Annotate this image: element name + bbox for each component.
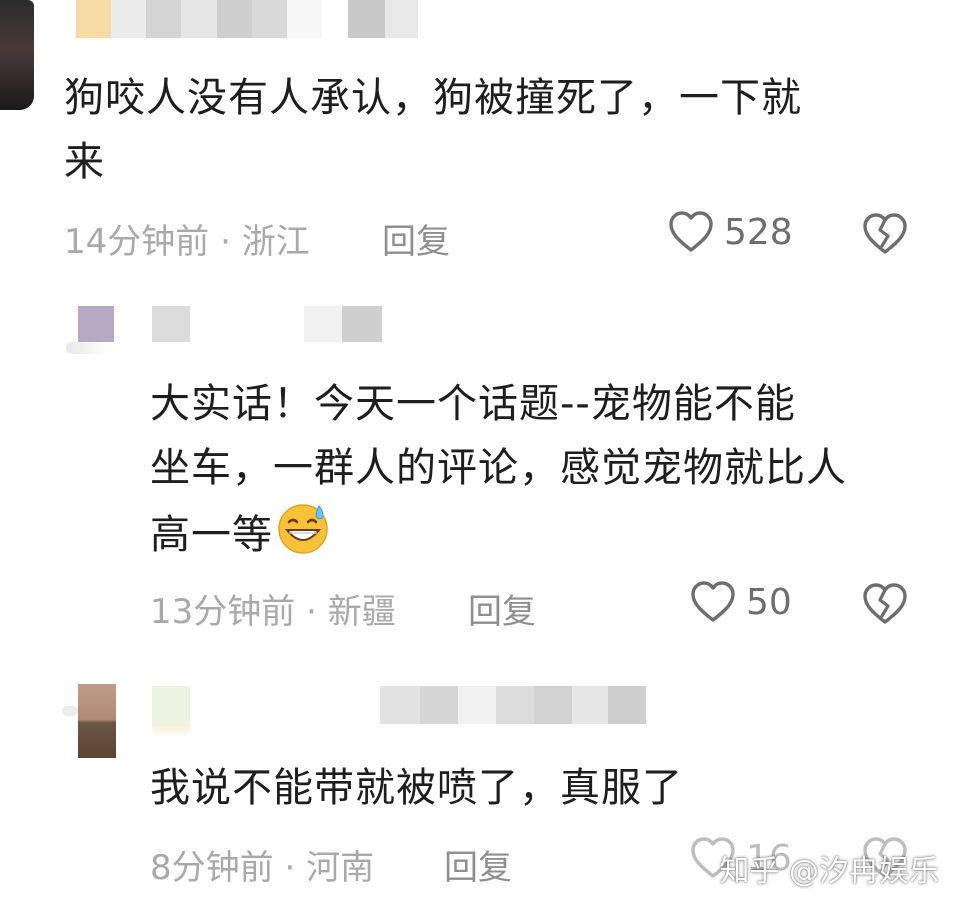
- comment-text-line: 来: [64, 139, 105, 185]
- separator: ·: [220, 222, 231, 262]
- reply-button[interactable]: 回复: [444, 840, 512, 889]
- reply-button[interactable]: 回复: [382, 214, 450, 263]
- location: 浙江: [241, 222, 310, 262]
- comment-text-line: 坐车，一群人的评论，感觉宠物就比人: [150, 445, 847, 491]
- comment-text-line: 我说不能带就被喷了，真服了: [150, 765, 683, 811]
- timestamp: 14分钟前: [64, 222, 210, 262]
- grinning-sweat-emoji: [275, 500, 331, 556]
- reply-button[interactable]: 回复: [468, 584, 536, 633]
- broken-heart-icon[interactable]: [862, 212, 908, 256]
- location: 新疆: [327, 592, 396, 632]
- username-blurred[interactable]: [76, 0, 418, 38]
- username-blurred[interactable]: [152, 306, 382, 342]
- comment-text: 大实话！今天一个话题--宠物能不能 坐车，一群人的评论，感觉宠物就比人 高一等: [150, 372, 847, 567]
- comment-meta: 14分钟前 · 浙江: [64, 214, 310, 263]
- comment-text-line: 大实话！今天一个话题--宠物能不能: [150, 381, 796, 427]
- watermark: 知乎 @汐冉娱乐: [719, 854, 939, 889]
- separator: ·: [284, 848, 296, 888]
- username-blurred[interactable]: [152, 686, 646, 724]
- comment-text: 狗咬人没有人承认，狗被撞死了，一下就 来: [64, 66, 802, 194]
- avatar[interactable]: [0, 0, 34, 110]
- comment-text-line: 高一等: [150, 500, 847, 567]
- avatar[interactable]: [78, 306, 114, 342]
- avatar[interactable]: [78, 684, 116, 758]
- like-button[interactable]: 528: [668, 210, 793, 254]
- comment-text: 我说不能带就被喷了，真服了: [150, 756, 683, 820]
- timestamp: 13分钟前: [150, 592, 296, 632]
- comment-text-line-part: 高一等: [150, 512, 273, 558]
- heart-outline-icon: [668, 210, 714, 254]
- avatar-shadow: [62, 706, 78, 716]
- avatar-shadow: [66, 342, 110, 354]
- separator: ·: [306, 592, 317, 632]
- comment-meta: 13分钟前 · 新疆: [150, 584, 396, 633]
- heart-outline-icon: [690, 580, 736, 624]
- comment-text-line: 狗咬人没有人承认，狗被撞死了，一下就: [64, 75, 802, 121]
- comment-meta: 8分钟前 · 河南: [150, 840, 374, 889]
- like-button[interactable]: 50: [690, 580, 792, 624]
- like-count: 50: [746, 581, 792, 623]
- location: 河南: [306, 848, 375, 888]
- timestamp: 8分钟前: [150, 848, 274, 888]
- like-count: 528: [724, 211, 793, 253]
- broken-heart-icon[interactable]: [862, 582, 908, 626]
- avatar-shadow: [152, 724, 190, 738]
